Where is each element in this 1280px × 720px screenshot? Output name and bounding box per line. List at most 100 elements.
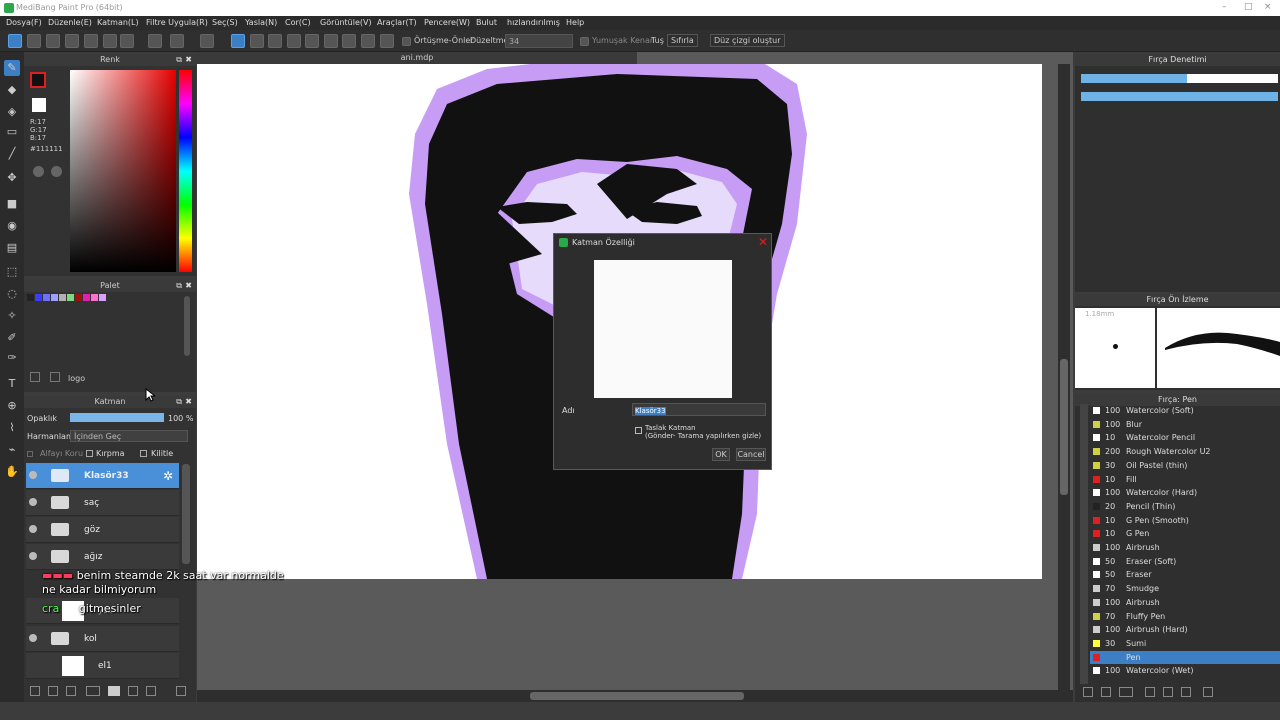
brush-item[interactable]: 30 Oil Pastel (thin) [1090, 459, 1280, 472]
brush-list-scrollbar[interactable] [1080, 404, 1088, 684]
brush-item[interactable]: 70 Smudge [1090, 582, 1280, 595]
brush-item[interactable]: 30 Sumi [1090, 637, 1280, 650]
snap-edit-icon[interactable] [380, 34, 394, 48]
close-panel-icon[interactable]: ✖ [185, 280, 192, 292]
saturation-value-picker[interactable] [70, 70, 176, 272]
select-tool-icon[interactable]: ⬚ [4, 264, 20, 280]
brush-settings-icon[interactable] [1163, 687, 1173, 697]
menu-snap[interactable]: Yasla(N) [245, 18, 277, 27]
pen-mode-icon[interactable] [8, 34, 22, 48]
cancel-button[interactable]: Cancel [736, 448, 766, 461]
undock-icon[interactable]: ⧉ [176, 280, 182, 292]
visibility-eye-icon[interactable] [29, 498, 37, 506]
snap-parallel-icon[interactable] [250, 34, 264, 48]
copy-layer-icon[interactable] [66, 686, 76, 696]
duplicate-layer-icon[interactable] [48, 686, 58, 696]
snap-vanishing-icon[interactable] [287, 34, 301, 48]
snap-settings-icon[interactable] [361, 34, 375, 48]
menu-color[interactable]: Cor(C) [285, 18, 311, 27]
correction-input[interactable]: 34 [505, 34, 573, 48]
grid3-icon[interactable] [120, 34, 134, 48]
brush-item[interactable]: 100 Airbrush [1090, 596, 1280, 609]
layer-scrollbar[interactable] [182, 464, 190, 564]
visibility-eye-icon[interactable] [29, 552, 37, 560]
palette-swatch[interactable] [99, 294, 106, 301]
brush-item[interactable]: 200 Rough Watercolor U2 [1090, 445, 1280, 458]
brush-item[interactable]: 10 Watercolor Pencil [1090, 431, 1280, 444]
soft-edge-checkbox[interactable] [580, 37, 589, 46]
line-tool-icon[interactable]: ╱ [4, 146, 20, 162]
grid2-icon[interactable] [103, 34, 117, 48]
snap-radial-icon[interactable] [305, 34, 319, 48]
brush-size-slider[interactable] [1081, 74, 1278, 83]
menu-select[interactable]: Seç(S) [212, 18, 238, 27]
brush-item[interactable]: 50 Eraser [1090, 568, 1280, 581]
menu-cloud[interactable]: Bulut [476, 18, 497, 27]
brush-item[interactable]: 50 Eraser (Soft) [1090, 555, 1280, 568]
brush-opacity-slider[interactable] [1081, 92, 1278, 101]
visibility-eye-icon[interactable] [29, 634, 37, 642]
menu-file[interactable]: Dosya(F) [6, 18, 42, 27]
menu-speed[interactable]: hızlandırılmış [507, 18, 560, 27]
palette-item-label[interactable]: logo [68, 374, 85, 383]
close-panel-icon[interactable]: ✖ [185, 396, 192, 408]
palette-swatch[interactable] [59, 294, 66, 301]
blend-select[interactable]: İçinden Geç [70, 430, 188, 442]
layer-row[interactable]: ağız [26, 544, 179, 570]
lock-checkbox[interactable] [140, 450, 147, 457]
brush-add-icon[interactable] [1119, 687, 1133, 697]
palette-swatch[interactable] [43, 294, 50, 301]
brush-item[interactable]: 100 Blur [1090, 418, 1280, 431]
reset-button[interactable]: Sıfırla [667, 34, 698, 47]
lasso-tool-icon[interactable]: ◌ [4, 286, 20, 302]
menu-help[interactable]: Help [566, 18, 584, 27]
new-icon[interactable] [27, 34, 41, 48]
cloud-icon[interactable] [46, 34, 60, 48]
palette-swatch[interactable] [83, 294, 90, 301]
brush-item[interactable]: 100 Watercolor (Soft) [1090, 404, 1280, 417]
brush-item[interactable]: Pen [1090, 650, 1280, 664]
merge-layer-icon[interactable] [128, 686, 138, 696]
gradient-tool-icon[interactable]: ▤ [4, 240, 20, 256]
delete-layer-icon[interactable] [176, 686, 186, 696]
vertical-scrollbar[interactable] [1058, 64, 1070, 690]
rectangle-tool-icon[interactable]: ▭ [4, 124, 20, 140]
delete-palette-icon[interactable] [50, 372, 60, 382]
menu-tools[interactable]: Araçlar(T) [377, 18, 417, 27]
dialog-close-icon[interactable]: ✕ [758, 235, 768, 249]
color-wheel-icon[interactable] [33, 166, 44, 177]
palette-swatch[interactable] [67, 294, 74, 301]
pen-tool-icon[interactable]: ✎ [4, 60, 20, 76]
menu-filter[interactable]: Filtre Uygula(R) [146, 18, 208, 27]
clip-checkbox[interactable] [86, 450, 93, 457]
foreground-color-swatch[interactable] [30, 72, 46, 88]
eraser-tool-icon[interactable]: ◆ [4, 82, 20, 98]
dropper2-tool-icon[interactable]: ⌁ [4, 442, 20, 458]
brush-item[interactable]: 70 Fluffy Pen [1090, 610, 1280, 623]
redo-icon[interactable] [170, 34, 184, 48]
visibility-eye-icon[interactable] [29, 471, 37, 479]
horizontal-scroll-thumb[interactable] [530, 692, 744, 700]
new-layer-icon[interactable] [30, 686, 40, 696]
move-tool-icon[interactable]: ✥ [4, 170, 20, 186]
palette-swatch[interactable] [35, 294, 42, 301]
select-eraser-tool-icon[interactable]: ✑ [4, 350, 20, 366]
snap-cross-icon[interactable] [268, 34, 282, 48]
operation-tool-icon[interactable]: ⊕ [4, 398, 20, 414]
brush-item[interactable]: 10 G Pen [1090, 527, 1280, 540]
snap-circle-icon[interactable] [324, 34, 338, 48]
select-pen-tool-icon[interactable]: ✐ [4, 330, 20, 346]
brush-item[interactable]: 10 G Pen (Smooth) [1090, 514, 1280, 527]
minimize-icon[interactable]: – [1222, 2, 1227, 12]
horizontal-scrollbar[interactable] [197, 690, 1073, 702]
hue-slider[interactable] [179, 70, 192, 272]
menu-window[interactable]: Pencere(W) [424, 18, 470, 27]
layer-name-input[interactable]: Klasör33 [632, 403, 766, 416]
text-tool-icon[interactable]: T [4, 376, 20, 392]
straight-line-button[interactable]: Düz çizgi oluştur [710, 34, 785, 47]
hand-tool-icon[interactable]: ✋ [4, 464, 20, 480]
document-tab[interactable]: ani.mdp [197, 52, 637, 64]
undo-icon[interactable] [148, 34, 162, 48]
brush-delete-icon[interactable] [1203, 687, 1213, 697]
brush-item[interactable]: 100 Airbrush [1090, 541, 1280, 554]
